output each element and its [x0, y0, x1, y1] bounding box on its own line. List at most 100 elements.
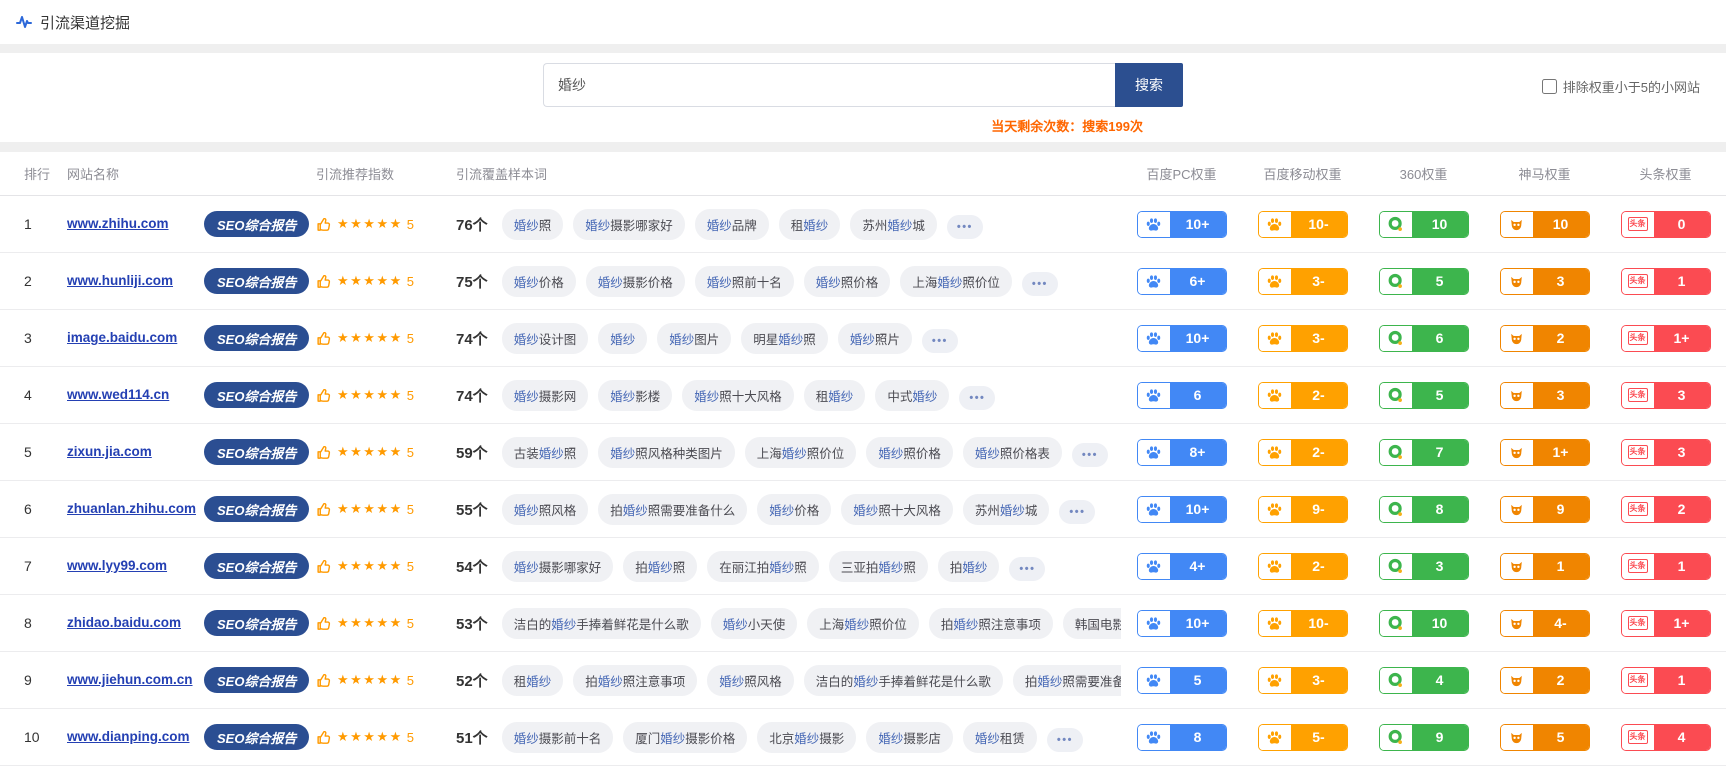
search-button[interactable]: 搜索: [1115, 63, 1183, 107]
site-link[interactable]: zhidao.baidu.com: [67, 615, 181, 630]
rating: ★★★★★ 5: [316, 672, 456, 689]
keyword-tag[interactable]: 婚纱摄影哪家好: [573, 209, 685, 240]
toutiao-weight-value: 2: [1654, 497, 1710, 522]
seo-report-button[interactable]: SEO综合报告: [204, 496, 309, 522]
keyword-tag[interactable]: 婚纱摄影价格: [586, 266, 685, 297]
keyword-tag[interactable]: 洁白的婚纱手捧着鲜花是什么歌: [804, 665, 1003, 696]
keyword-tag[interactable]: 苏州婚纱城: [963, 494, 1050, 525]
seo-report-button[interactable]: SEO综合报告: [204, 211, 309, 237]
more-keywords-button[interactable]: •••: [1047, 728, 1083, 752]
keyword-tag[interactable]: 厦门婚纱摄影价格: [623, 722, 747, 753]
weight-360-value: 4: [1412, 668, 1468, 693]
baidu-pc-weight-badge: 5: [1137, 667, 1227, 694]
rank-cell: 9: [24, 672, 67, 688]
keyword-tag[interactable]: 拍婚纱照注意事项: [929, 608, 1053, 639]
site-link[interactable]: zhuanlan.zhihu.com: [67, 501, 196, 516]
exclude-low-weight-filter[interactable]: 排除权重小于5的小网站: [1542, 77, 1700, 96]
keyword-tag[interactable]: 婚纱照风格种类图片: [598, 437, 735, 468]
keyword-tag[interactable]: 租婚纱: [804, 380, 866, 411]
keyword-tag[interactable]: 在丽江拍婚纱照: [707, 551, 819, 582]
site-link[interactable]: www.wed114.cn: [67, 387, 169, 402]
keyword-tag[interactable]: 洁白的婚纱手捧着鲜花是什么歌: [502, 608, 701, 639]
seo-report-button[interactable]: SEO综合报告: [204, 439, 309, 465]
keyword-tag[interactable]: 婚纱摄影网: [502, 380, 589, 411]
keyword-tag[interactable]: 婚纱: [598, 323, 647, 354]
keyword-tag[interactable]: 婚纱价格: [502, 266, 576, 297]
baidu-mobile-weight-value: 3-: [1291, 269, 1347, 294]
keyword-tag[interactable]: 婚纱摄影哪家好: [502, 551, 614, 582]
more-keywords-button[interactable]: •••: [959, 386, 995, 410]
baidu-pc-weight-badge: 10+: [1137, 325, 1227, 352]
keyword-tag[interactable]: 婚纱照风格: [502, 494, 589, 525]
keyword-tag[interactable]: 拍婚纱照需要准备什么: [598, 494, 747, 525]
keyword-tag[interactable]: 婚纱照价格表: [963, 437, 1062, 468]
baidu-paw-icon: [1138, 326, 1170, 351]
more-keywords-button[interactable]: •••: [947, 215, 983, 239]
keyword-tag[interactable]: 拍婚纱: [938, 551, 1000, 582]
keyword-tag[interactable]: 婚纱摄影店: [866, 722, 953, 753]
keyword-tag[interactable]: 古装婚纱照: [502, 437, 589, 468]
keyword-tag[interactable]: 韩国电影婚纱: [1063, 608, 1121, 639]
keyword-tag[interactable]: 拍婚纱照需要准备什么: [1013, 665, 1121, 696]
keyword-tag[interactable]: 上海婚纱照价位: [745, 437, 857, 468]
keyword-tag[interactable]: 婚纱图片: [657, 323, 731, 354]
keyword-tag[interactable]: 婚纱摄影前十名: [502, 722, 614, 753]
keyword-tag[interactable]: 婚纱小天使: [711, 608, 798, 639]
keyword-count: 59个: [456, 442, 488, 463]
keyword-tag[interactable]: 中式婚纱: [875, 380, 949, 411]
keyword-tag[interactable]: 婚纱影楼: [598, 380, 672, 411]
table-row: 1 www.zhihu.com SEO综合报告 ★★★★★ 5 76个 婚纱照婚…: [0, 196, 1726, 253]
keyword-tag[interactable]: 婚纱照十大风格: [841, 494, 953, 525]
keyword-tag[interactable]: 婚纱品牌: [695, 209, 769, 240]
keyword-list: 婚纱摄影网婚纱影楼婚纱照十大风格租婚纱中式婚纱 •••: [502, 380, 1006, 411]
keyword-tag[interactable]: 婚纱照前十名: [695, 266, 794, 297]
page-title: 引流渠道挖掘: [40, 12, 130, 33]
seo-report-button[interactable]: SEO综合报告: [204, 724, 309, 750]
keyword-tag[interactable]: 婚纱照片: [838, 323, 912, 354]
keyword-tag[interactable]: 租婚纱: [779, 209, 841, 240]
keyword-tag[interactable]: 婚纱照价格: [866, 437, 953, 468]
search-input[interactable]: [543, 63, 1115, 107]
more-keywords-button[interactable]: •••: [1059, 500, 1095, 524]
site-link[interactable]: www.jiehun.com.cn: [67, 672, 193, 687]
keyword-tag[interactable]: 婚纱照风格: [707, 665, 794, 696]
keyword-tag[interactable]: 上海婚纱照价位: [900, 266, 1012, 297]
site-link[interactable]: zixun.jia.com: [67, 444, 152, 459]
site-link[interactable]: www.zhihu.com: [67, 216, 169, 231]
keyword-tag[interactable]: 三亚拍婚纱照: [829, 551, 928, 582]
seo-report-button[interactable]: SEO综合报告: [204, 553, 309, 579]
more-keywords-button[interactable]: •••: [1072, 443, 1108, 467]
site-link[interactable]: www.hunliji.com: [67, 273, 173, 288]
more-keywords-button[interactable]: •••: [1022, 272, 1058, 296]
shenma-icon: [1501, 611, 1533, 636]
seo-report-button[interactable]: SEO综合报告: [204, 382, 309, 408]
more-keywords-button[interactable]: •••: [922, 329, 958, 353]
keyword-tag[interactable]: 拍婚纱照: [623, 551, 697, 582]
keyword-tag[interactable]: 租婚纱: [502, 665, 564, 696]
seo-report-button[interactable]: SEO综合报告: [204, 325, 309, 351]
shenma-weight-value: 2: [1533, 668, 1589, 693]
site-link[interactable]: www.lyy99.com: [67, 558, 167, 573]
keyword-tag[interactable]: 上海婚纱照价位: [807, 608, 919, 639]
keyword-tag[interactable]: 婚纱照十大风格: [682, 380, 794, 411]
star-rating: ★★★★★: [337, 558, 403, 574]
keyword-tag[interactable]: 北京婚纱摄影: [757, 722, 856, 753]
keyword-tag[interactable]: 婚纱价格: [757, 494, 831, 525]
exclude-low-weight-checkbox[interactable]: [1542, 79, 1557, 94]
keyword-tag[interactable]: 婚纱租赁: [963, 722, 1037, 753]
seo-report-button[interactable]: SEO综合报告: [204, 667, 309, 693]
baidu-pc-weight-value: 5: [1170, 668, 1226, 693]
keyword-tag[interactable]: 拍婚纱照注意事项: [573, 665, 697, 696]
keyword-tag[interactable]: 婚纱照: [502, 209, 564, 240]
seo-report-button[interactable]: SEO综合报告: [204, 610, 309, 636]
keyword-tag[interactable]: 明星婚纱照: [741, 323, 828, 354]
site-link[interactable]: www.dianping.com: [67, 729, 190, 744]
seo-report-button[interactable]: SEO综合报告: [204, 268, 309, 294]
rating-score: 5: [407, 673, 414, 688]
keyword-tag[interactable]: 婚纱设计图: [502, 323, 589, 354]
keyword-list: 婚纱设计图婚纱婚纱图片明星婚纱照婚纱照片 •••: [502, 323, 968, 354]
site-link[interactable]: image.baidu.com: [67, 330, 177, 345]
keyword-tag[interactable]: 苏州婚纱城: [850, 209, 937, 240]
more-keywords-button[interactable]: •••: [1009, 557, 1045, 581]
keyword-tag[interactable]: 婚纱照价格: [804, 266, 891, 297]
